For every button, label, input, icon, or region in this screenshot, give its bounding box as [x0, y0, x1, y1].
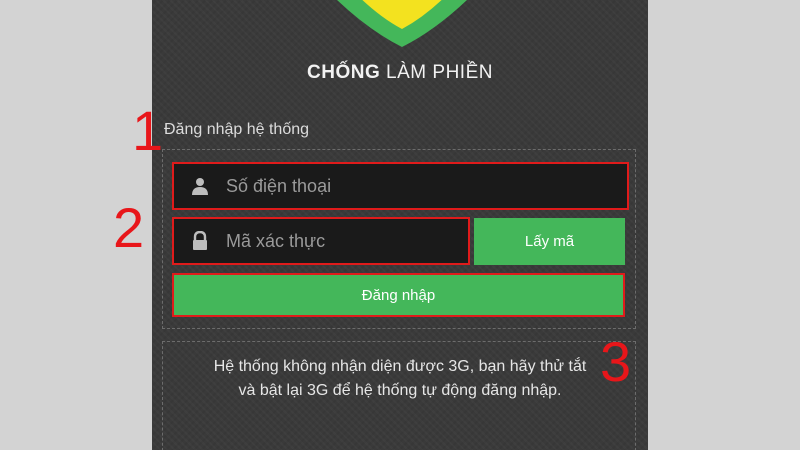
phone-number-input[interactable] [224, 174, 627, 198]
info-line-2: và bật lại 3G để hệ thống tự động đăng n… [238, 382, 562, 399]
step-1-annotation: 1 [132, 99, 164, 162]
app-title-bold: CHỐNG [307, 62, 381, 83]
shield-logo-icon [337, 0, 467, 47]
step-3-annotation: 3 [600, 330, 632, 393]
info-line-1: Hệ thống không nhận diện được 3G, bạn hã… [213, 358, 587, 375]
app-screen: CHỐNG LÀM PHIỀN Đăng nhập hệ thống Lấy m… [152, 0, 648, 450]
app-title-rest: LÀM PHIỀN [386, 62, 493, 83]
verification-code-field[interactable] [172, 217, 470, 265]
get-code-button[interactable]: Lấy mã [474, 218, 625, 265]
login-button[interactable]: Đăng nhập [172, 273, 625, 317]
step-2-annotation: 2 [113, 196, 145, 259]
info-message: Hệ thống không nhận diện được 3G, bạn hã… [172, 355, 628, 403]
app-title: CHỐNG LÀM PHIỀN [152, 62, 648, 84]
verification-code-input[interactable] [224, 229, 468, 253]
user-icon [190, 176, 210, 196]
phone-number-field[interactable] [172, 162, 629, 210]
login-heading: Đăng nhập hệ thống [164, 121, 310, 138]
lock-icon [190, 231, 210, 251]
